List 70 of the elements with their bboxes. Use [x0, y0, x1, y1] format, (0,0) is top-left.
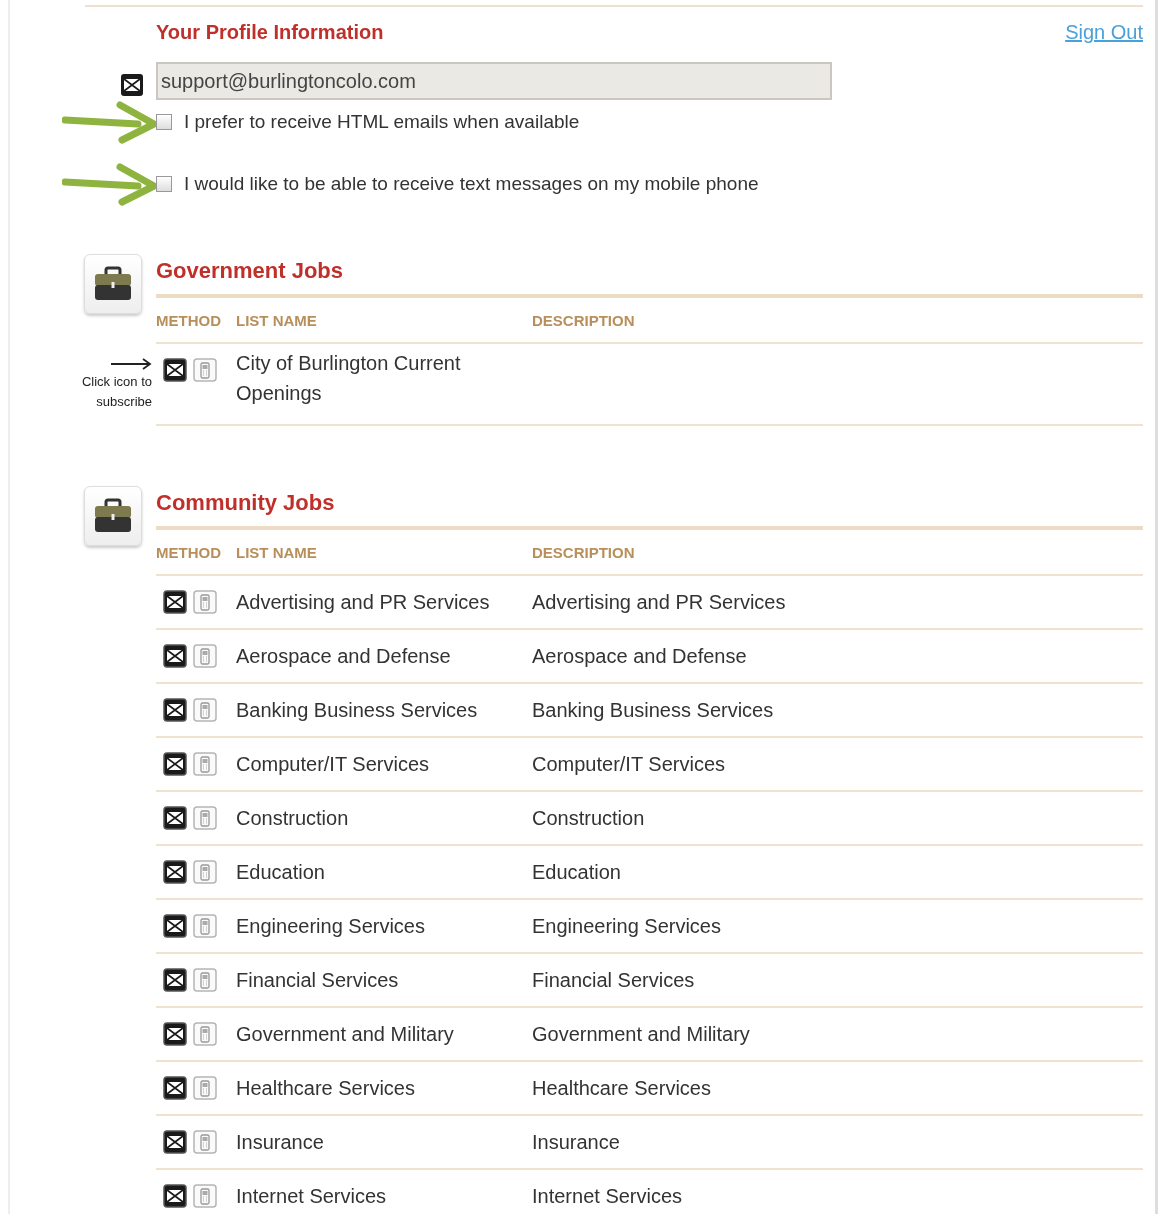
email-field[interactable]: support@burlingtoncolo.com: [156, 62, 832, 100]
checkbox-label: I would like to be able to receive text messages on my mobile phone: [184, 173, 759, 195]
briefcase-icon: [84, 254, 142, 314]
phone-icon[interactable]: [193, 358, 217, 382]
email-icon[interactable]: [163, 968, 187, 992]
phone-icon[interactable]: [193, 752, 217, 776]
email-icon[interactable]: [163, 1184, 187, 1208]
email-icon[interactable]: [163, 590, 187, 614]
phone-icon[interactable]: [193, 644, 217, 668]
list-name: Engineering Services: [236, 914, 426, 939]
phone-icon[interactable]: [193, 590, 217, 614]
column-header: METHOD: [156, 311, 222, 329]
description: Healthcare Services: [532, 1076, 712, 1101]
list-name: Education: [236, 860, 326, 885]
phone-icon[interactable]: [193, 698, 217, 722]
column-header: DESCRIPTION: [532, 543, 636, 561]
description: Internet Services: [532, 1184, 684, 1209]
email-icon[interactable]: [163, 860, 187, 884]
list-name: Construction: [236, 806, 350, 831]
phone-icon[interactable]: [193, 806, 217, 830]
section-title: Your Profile Information: [156, 21, 384, 44]
section-title: Government Jobs: [156, 257, 345, 285]
list-name: Healthcare Services: [236, 1076, 416, 1101]
email-icon[interactable]: [163, 644, 187, 668]
phone-icon[interactable]: [193, 1076, 217, 1100]
description: Financial Services: [532, 968, 696, 993]
phone-icon[interactable]: [193, 968, 217, 992]
description: Advertising and PR Services: [532, 590, 787, 615]
list-name: Financial Services: [236, 968, 400, 993]
checkbox[interactable]: [156, 114, 172, 130]
column-header: LIST NAME: [236, 311, 318, 329]
section-title: Community Jobs: [156, 489, 336, 517]
description: Insurance: [532, 1130, 621, 1155]
checkbox[interactable]: [156, 176, 172, 192]
arrow-icon: [110, 358, 152, 370]
hint-text: Click icon to subscribe: [80, 373, 152, 411]
list-name: Banking Business Services: [236, 698, 479, 723]
description: Aerospace and Defense: [532, 644, 748, 669]
column-header: LIST NAME: [236, 543, 318, 561]
briefcase-icon: [84, 486, 142, 546]
list-name: Aerospace and Defense: [236, 644, 452, 669]
description: Banking Business Services: [532, 698, 775, 723]
email-icon[interactable]: [163, 752, 187, 776]
list-name: Computer/IT Services: [236, 752, 431, 777]
column-header: DESCRIPTION: [532, 311, 636, 329]
email-icon[interactable]: [163, 1130, 187, 1154]
phone-icon[interactable]: [193, 1130, 217, 1154]
phone-icon[interactable]: [193, 1184, 217, 1208]
email-icon[interactable]: [163, 806, 187, 830]
phone-icon[interactable]: [193, 860, 217, 884]
phone-icon[interactable]: [193, 1022, 217, 1046]
list-name: Internet Services: [236, 1184, 388, 1209]
email-icon[interactable]: [163, 358, 187, 382]
description: Education: [532, 860, 622, 885]
list-name: Advertising and PR Services: [236, 590, 491, 615]
email-icon[interactable]: [163, 698, 187, 722]
email-icon[interactable]: [163, 914, 187, 938]
checkbox-label: I prefer to receive HTML emails when available: [184, 111, 580, 133]
column-header: METHOD: [156, 543, 222, 561]
list-name: Government and Military: [236, 1022, 455, 1047]
description: Construction: [532, 806, 646, 831]
list-name: City of Burlington Current Openings: [236, 351, 462, 406]
email-icon[interactable]: [163, 1022, 187, 1046]
email-icon[interactable]: [163, 1076, 187, 1100]
phone-icon[interactable]: [193, 914, 217, 938]
description: Government and Military: [532, 1022, 751, 1047]
description: Computer/IT Services: [532, 752, 727, 777]
list-name: Insurance: [236, 1130, 325, 1155]
email-icon: [120, 72, 144, 97]
description: Engineering Services: [532, 914, 722, 939]
